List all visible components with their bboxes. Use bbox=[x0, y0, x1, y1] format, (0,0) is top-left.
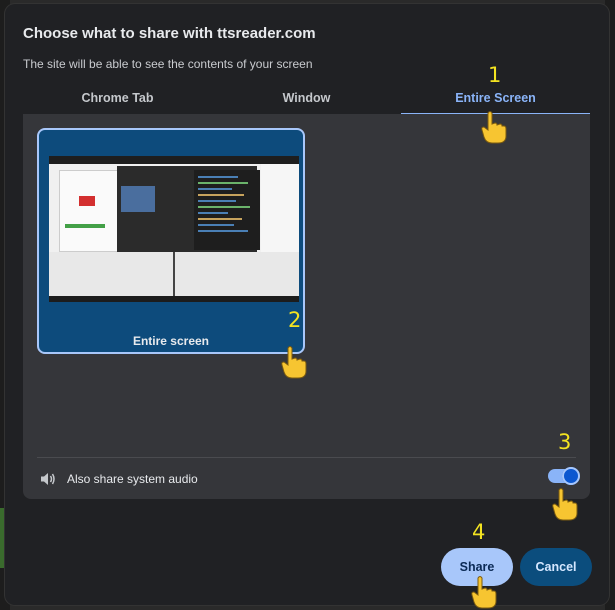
speaker-icon bbox=[41, 473, 55, 485]
pointing-hand-icon bbox=[481, 111, 507, 144]
preview-taskbar bbox=[49, 296, 299, 302]
share-audio-toggle[interactable] bbox=[548, 467, 580, 485]
preview-video-thumbnail bbox=[79, 196, 95, 206]
share-dialog: Choose what to share with ttsreader.com … bbox=[5, 4, 609, 605]
pointing-hand-icon bbox=[471, 576, 497, 609]
preview-code-line bbox=[198, 200, 236, 202]
preview-code-line bbox=[198, 230, 248, 232]
dialog-subtitle: The site will be able to see the content… bbox=[23, 57, 313, 71]
pointing-hand-icon bbox=[552, 488, 578, 521]
annotation-number-3: 3 bbox=[558, 430, 572, 454]
annotation-number-2: 2 bbox=[288, 308, 302, 332]
preview-code-line bbox=[198, 182, 248, 184]
tab-entire-screen-label: Entire Screen bbox=[455, 91, 536, 105]
entire-screen-label: Entire screen bbox=[132, 334, 210, 348]
annotation-number-4: 4 bbox=[472, 520, 486, 544]
audio-separator bbox=[37, 457, 576, 458]
screen-preview-thumbnail bbox=[49, 156, 299, 302]
preview-side-window bbox=[261, 164, 299, 252]
annotation-number-1: 1 bbox=[488, 63, 502, 87]
preview-code-line bbox=[198, 176, 238, 178]
entire-screen-option[interactable]: Entire screen bbox=[37, 128, 305, 354]
preview-document bbox=[59, 170, 121, 252]
tab-chrome-tab[interactable]: Chrome Tab bbox=[23, 88, 212, 115]
tab-window[interactable]: Window bbox=[212, 88, 401, 115]
toggle-knob bbox=[562, 467, 580, 485]
preview-green-bar bbox=[65, 224, 105, 228]
pointing-hand-icon bbox=[281, 346, 307, 379]
preview-code-line bbox=[198, 188, 232, 190]
preview-top-bar bbox=[49, 156, 299, 164]
cancel-button[interactable]: Cancel bbox=[520, 548, 592, 586]
preview-code-line bbox=[198, 206, 250, 208]
preview-code-line bbox=[198, 194, 244, 196]
dialog-title: Choose what to share with ttsreader.com bbox=[23, 25, 316, 42]
preview-divider bbox=[173, 252, 175, 296]
preview-code-line bbox=[198, 224, 234, 226]
preview-code-window bbox=[194, 170, 260, 250]
share-panel: Entire screen Also share system audio bbox=[23, 114, 590, 499]
preview-inner-window bbox=[121, 186, 155, 212]
preview-code-line bbox=[198, 218, 242, 220]
preview-code-line bbox=[198, 212, 228, 214]
share-audio-label: Also share system audio bbox=[67, 472, 198, 486]
